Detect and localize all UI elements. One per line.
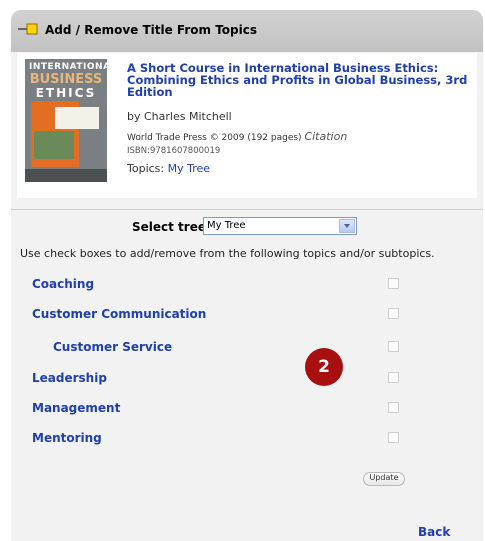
topic-row: Management	[11, 401, 483, 421]
topic-label: Management	[32, 401, 121, 415]
topic-checkbox[interactable]	[388, 341, 399, 352]
badge-number: 2	[318, 357, 330, 377]
cover-line-1: INTERNATIONAL	[29, 62, 107, 72]
citation-link[interactable]: Citation	[304, 130, 347, 143]
subtopic-label: Customer Service	[53, 340, 173, 354]
topic-checkbox[interactable]	[388, 278, 399, 289]
topic-row: Customer Service	[11, 340, 483, 360]
topic-label: Leadership	[32, 371, 107, 385]
topic-row: Coaching	[11, 277, 483, 297]
book-card: INTERNATIONAL BUSINESS ETHICS A Short Co…	[17, 53, 477, 198]
book-topics: Topics: My Tree	[127, 162, 210, 175]
select-tree-row: Select tree: My Tree	[11, 217, 483, 237]
step-number-badge: 2	[305, 348, 343, 386]
topic-row: Customer Communication	[11, 307, 483, 327]
book-publisher: World Trade Press © 2009 (192 pages) Cit…	[127, 130, 347, 143]
cover-line-2: BUSINESS	[29, 72, 103, 87]
chevron-down-icon[interactable]	[339, 219, 355, 233]
topic-label: Mentoring	[32, 431, 102, 445]
publisher-text: World Trade Press © 2009 (192 pages)	[127, 133, 302, 143]
topic-label: Coaching	[32, 277, 95, 291]
select-tree-dropdown[interactable]: My Tree	[203, 217, 357, 235]
instructions-text: Use check boxes to add/remove from the f…	[20, 247, 435, 260]
topics-link[interactable]: My Tree	[168, 162, 210, 175]
topic-checkbox[interactable]	[388, 308, 399, 319]
update-button[interactable]: Update	[363, 472, 405, 486]
topic-label: Customer Communication	[32, 307, 207, 321]
topic-row: Leadership	[11, 371, 483, 391]
cover-bottom-bar	[25, 169, 107, 182]
update-button-label: Update	[369, 473, 399, 482]
dialog-panel: Add / Remove Title From Topics INTERNATI…	[11, 10, 483, 541]
divider	[11, 209, 483, 210]
cover-light-box	[55, 107, 99, 129]
cover-photo	[34, 131, 74, 159]
topic-checkbox[interactable]	[388, 432, 399, 443]
dialog-title: Add / Remove Title From Topics	[45, 23, 258, 37]
book-title-link[interactable]: A Short Course in International Business…	[127, 62, 472, 98]
book-isbn: ISBN:9781607800019	[127, 146, 221, 156]
book-author: by Charles Mitchell	[127, 110, 232, 123]
select-tree-label: Select tree:	[132, 220, 211, 234]
dialog-header: Add / Remove Title From Topics	[11, 10, 483, 52]
topic-checkbox[interactable]	[388, 402, 399, 413]
topic-checkbox[interactable]	[388, 372, 399, 383]
topic-row: Mentoring	[11, 431, 483, 451]
topics-label: Topics:	[127, 162, 165, 175]
back-link[interactable]: Back	[418, 525, 450, 539]
select-tree-value: My Tree	[207, 220, 246, 231]
cover-line-3: ETHICS	[35, 86, 97, 100]
tag-icon	[18, 23, 38, 35]
book-cover-image: INTERNATIONAL BUSINESS ETHICS	[25, 59, 107, 182]
